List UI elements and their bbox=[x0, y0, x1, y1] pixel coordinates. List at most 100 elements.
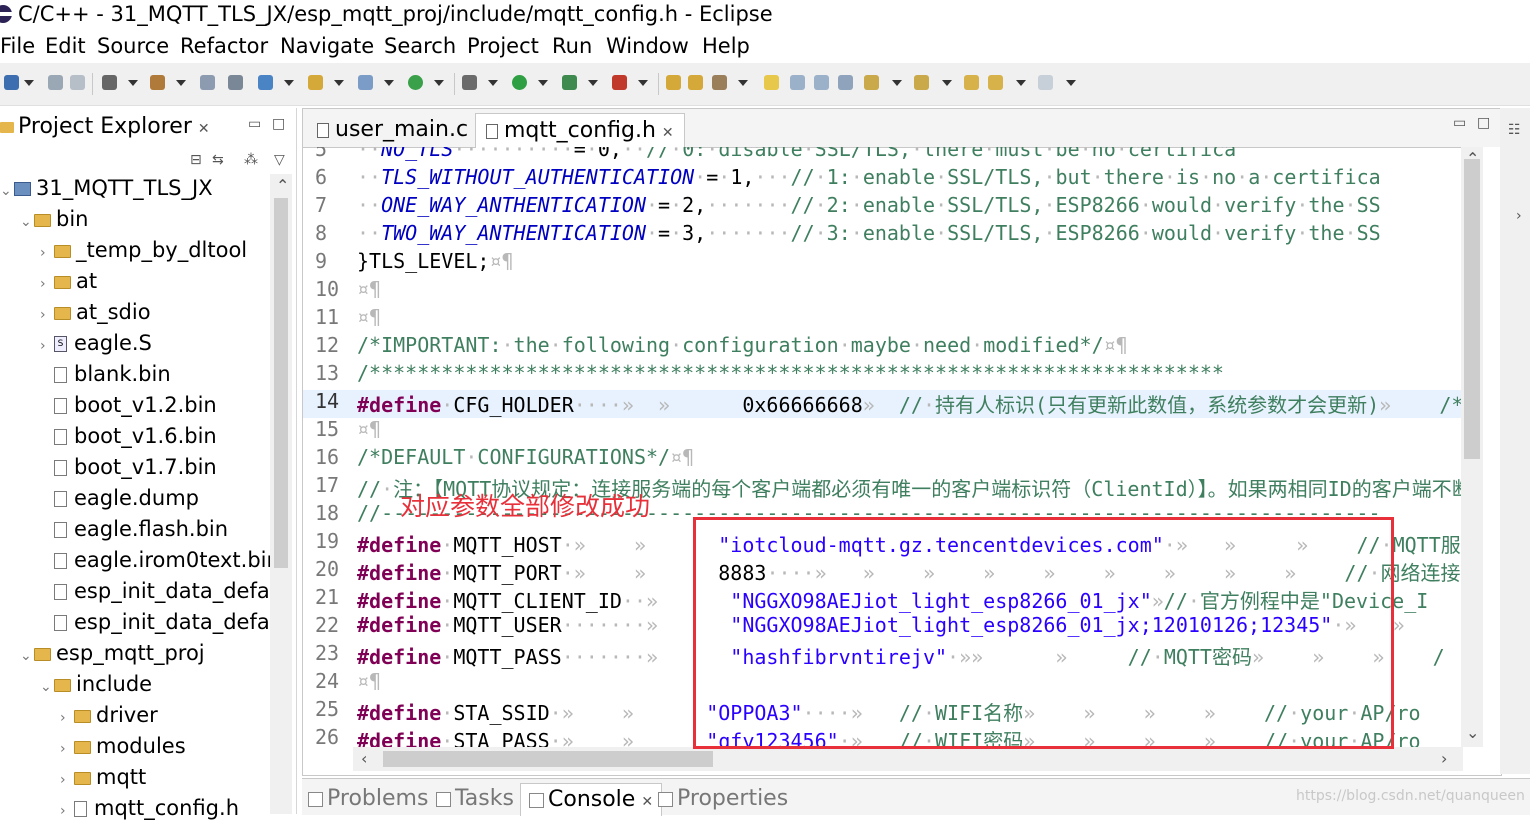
menu-source[interactable]: Source bbox=[97, 34, 169, 58]
previous-annotation-dropdown-icon[interactable] bbox=[942, 80, 952, 86]
coverage-icon[interactable] bbox=[562, 75, 577, 90]
minimize-icon[interactable]: ▭ bbox=[248, 116, 261, 132]
expand-chevron-icon[interactable]: ⌄ bbox=[20, 648, 34, 664]
external-tools-dropdown-icon[interactable] bbox=[638, 80, 648, 86]
open-element-icon[interactable] bbox=[688, 75, 703, 90]
scroll-left-icon[interactable]: ‹ bbox=[361, 749, 367, 768]
collapse-chevron-icon[interactable]: › bbox=[60, 741, 74, 757]
debug-dropdown-icon[interactable] bbox=[488, 80, 498, 86]
code-line[interactable]: #define·MQTT_USER·······» "NGGXO98AEJiot… bbox=[357, 613, 1405, 637]
code-line[interactable]: #define·CFG_HOLDER····» » 0x66666668» //… bbox=[357, 389, 1461, 418]
code-line[interactable]: ¤¶ bbox=[357, 669, 381, 693]
tree-item[interactable]: boot_v1.6.bin bbox=[40, 424, 217, 455]
tree-item[interactable]: eagle.flash.bin bbox=[40, 517, 228, 548]
back-dropdown-icon[interactable] bbox=[1016, 80, 1026, 86]
close-icon[interactable]: ✕ bbox=[641, 794, 653, 810]
new-file-dropdown-icon[interactable] bbox=[384, 80, 394, 86]
project-explorer-scroll-thumb[interactable] bbox=[274, 198, 288, 568]
tree-item[interactable]: boot_v1.2.bin bbox=[40, 393, 217, 424]
code-line[interactable]: #define·MQTT_HOST·» » "iotcloud-mqtt.gz.… bbox=[357, 529, 1461, 558]
new-icon[interactable] bbox=[4, 75, 19, 90]
code-line[interactable]: }TLS_LEVEL;¤¶ bbox=[357, 249, 514, 273]
close-icon[interactable]: ✕ bbox=[662, 125, 674, 141]
code-line[interactable]: #define·MQTT_PORT·» » 8883····» » » » » … bbox=[357, 557, 1461, 586]
tab-mqtt-config-h[interactable]: mqtt_config.h ✕ bbox=[475, 113, 685, 148]
back-icon[interactable] bbox=[988, 75, 1003, 90]
mark-occurrences-icon[interactable] bbox=[764, 75, 779, 90]
menu-window[interactable]: Window bbox=[606, 34, 689, 58]
refresh-icon[interactable] bbox=[408, 75, 423, 90]
forward-dropdown-icon[interactable] bbox=[1066, 80, 1076, 86]
link-with-editor-icon[interactable]: ⇆ bbox=[212, 152, 224, 168]
editor-vertical-scroll-thumb[interactable] bbox=[1464, 159, 1480, 459]
new-folder-dropdown-icon[interactable] bbox=[334, 80, 344, 86]
scroll-up-icon[interactable]: ⌃ bbox=[1466, 149, 1479, 168]
next-annotation-icon[interactable] bbox=[864, 75, 879, 90]
code-line[interactable]: #define·MQTT_CLIENT_ID··» "NGGXO98AEJiot… bbox=[357, 585, 1428, 614]
project-explorer-tab[interactable]: Project Explorer ✕ bbox=[0, 114, 210, 139]
collapse-chevron-icon[interactable]: › bbox=[40, 338, 54, 354]
tree-item[interactable]: › mqtt_config.h bbox=[60, 796, 239, 827]
tree-item[interactable]: › mqtt bbox=[60, 765, 146, 796]
editor-horizontal-scroll-thumb[interactable] bbox=[383, 751, 713, 767]
tree-item[interactable]: esp_init_data_defau bbox=[40, 610, 283, 641]
menu-refactor[interactable]: Refactor bbox=[180, 34, 268, 58]
tab-problems[interactable]: Problems bbox=[308, 783, 428, 815]
collapse-chevron-icon[interactable]: › bbox=[40, 245, 54, 261]
menu-help[interactable]: Help bbox=[702, 34, 750, 58]
tree-item[interactable]: esp_init_data_defau bbox=[40, 579, 283, 610]
code-line[interactable]: ¤¶ bbox=[357, 277, 381, 301]
tree-item[interactable]: eagle.dump bbox=[40, 486, 199, 517]
tree-item[interactable]: › Seagle.S bbox=[40, 331, 152, 362]
previous-annotation-icon[interactable] bbox=[914, 75, 929, 90]
toggle-block-icon[interactable] bbox=[790, 75, 805, 90]
tree-item[interactable]: boot_v1.7.bin bbox=[40, 455, 217, 486]
run-icon[interactable] bbox=[512, 75, 527, 90]
expand-chevron-icon[interactable]: ⌄ bbox=[0, 183, 14, 199]
code-line[interactable]: #define·STA_SSID·» » "OPPOA3"····» //·WI… bbox=[357, 697, 1421, 726]
chevron-down-icon[interactable]: ▽ bbox=[274, 152, 285, 168]
collapse-chevron-icon[interactable]: › bbox=[60, 710, 74, 726]
code-line[interactable]: #define·MQTT_PASS·······» "hashfibrvntir… bbox=[357, 641, 1445, 670]
view-menu-icon[interactable]: ⁂ bbox=[244, 152, 258, 168]
build-dropdown-icon[interactable] bbox=[128, 80, 138, 86]
code-line[interactable]: ··TLS_WITHOUT_AUTHENTICATION·=·1,···//·1… bbox=[357, 165, 1381, 189]
code-editor[interactable]: 5 ··NO_TLS··········=·0,··//·0:·disable·S… bbox=[303, 147, 1461, 747]
collapse-all-icon[interactable]: ⊟ bbox=[190, 152, 202, 168]
code-line[interactable]: /*IMPORTANT:·the·following·configuration… bbox=[357, 333, 1128, 357]
expand-chevron-icon[interactable]: ⌄ bbox=[20, 214, 34, 230]
build-settings-icon[interactable] bbox=[102, 75, 117, 90]
collapse-chevron-icon[interactable]: › bbox=[40, 307, 54, 323]
maximize-icon[interactable]: □ bbox=[272, 116, 285, 132]
close-icon[interactable]: ✕ bbox=[198, 121, 210, 137]
tree-item[interactable]: ⌄ include bbox=[40, 672, 152, 703]
last-edit-icon[interactable] bbox=[964, 75, 979, 90]
code-line[interactable]: /*DEFAULT·CONFIGURATIONS*/¤¶ bbox=[357, 445, 694, 469]
minimize-icon[interactable]: ▭ bbox=[1453, 115, 1466, 131]
outline-icon[interactable]: ☷ bbox=[1508, 122, 1521, 138]
code-line[interactable]: ¤¶ bbox=[357, 305, 381, 329]
collapse-chevron-icon[interactable]: › bbox=[60, 803, 74, 819]
tree-item[interactable]: › at bbox=[40, 269, 97, 300]
hammer-dropdown-icon[interactable] bbox=[176, 80, 186, 86]
scroll-up-icon[interactable]: ⌃ bbox=[276, 176, 289, 195]
search-tool-icon[interactable] bbox=[712, 75, 727, 90]
show-selected-icon[interactable] bbox=[838, 75, 853, 90]
tree-item[interactable]: › modules bbox=[60, 734, 186, 765]
tab-properties[interactable]: Properties bbox=[658, 783, 788, 815]
next-annotation-dropdown-icon[interactable] bbox=[892, 80, 902, 86]
new-dropdown-icon[interactable] bbox=[24, 80, 34, 86]
menu-search[interactable]: Search bbox=[384, 34, 456, 58]
tree-item[interactable]: blank.bin bbox=[40, 362, 171, 393]
code-line[interactable]: /***************************************… bbox=[357, 361, 1224, 385]
run-dropdown-icon[interactable] bbox=[538, 80, 548, 86]
new-folder-icon[interactable] bbox=[308, 75, 323, 90]
hammer-icon[interactable] bbox=[150, 75, 165, 90]
search-dropdown-icon[interactable] bbox=[738, 80, 748, 86]
tree-item[interactable]: ⌄ bin bbox=[20, 207, 88, 238]
forward-icon[interactable] bbox=[1038, 75, 1053, 90]
menu-navigate[interactable]: Navigate bbox=[280, 34, 374, 58]
tree-item[interactable]: ⌄ 31_MQTT_TLS_JX bbox=[0, 176, 213, 207]
code-line[interactable]: ··NO_TLS··········=·0,··//·0:·disable·SS… bbox=[357, 147, 1236, 161]
menu-edit[interactable]: Edit bbox=[45, 34, 86, 58]
